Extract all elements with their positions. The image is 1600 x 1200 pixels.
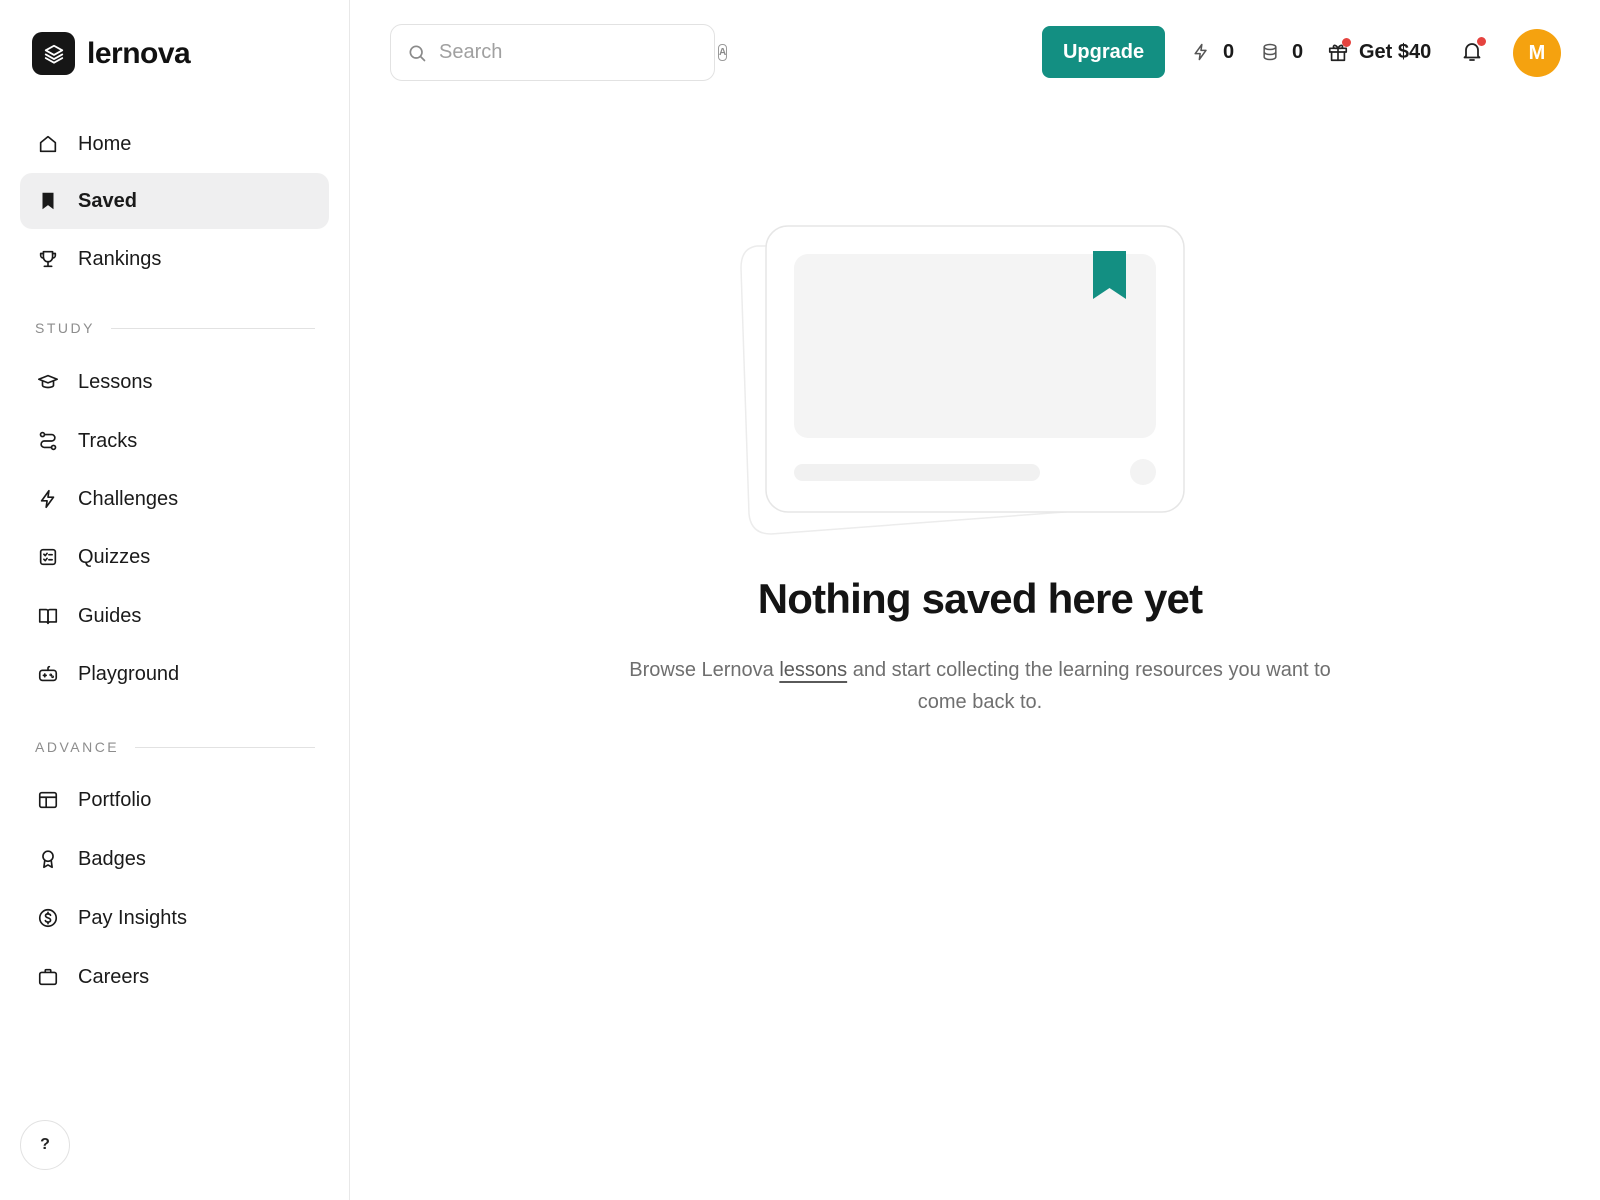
- notification-dot: [1477, 37, 1486, 46]
- sidebar-item-playground[interactable]: Playground: [20, 646, 329, 702]
- empty-state-title: Nothing saved here yet: [757, 575, 1203, 622]
- help-button[interactable]: ?: [20, 1120, 70, 1170]
- sidebar-item-label: Tracks: [78, 429, 138, 452]
- sidebar-item-challenges[interactable]: Challenges: [20, 471, 329, 527]
- sidebar-item-label: Rankings: [78, 247, 162, 270]
- lightning-icon: [36, 487, 60, 511]
- route-icon: [36, 429, 60, 453]
- sidebar-item-careers[interactable]: Careers: [20, 949, 329, 1005]
- sidebar-item-label: Lessons: [78, 370, 153, 393]
- coins-count: 0: [1292, 40, 1304, 63]
- section-divider: [135, 746, 315, 748]
- sidebar-item-label: Quizzes: [78, 545, 151, 568]
- sidebar-item-label: Badges: [78, 847, 146, 870]
- sidebar-item-home[interactable]: Home: [20, 116, 329, 172]
- award-icon: [36, 847, 60, 871]
- section-divider: [110, 327, 315, 329]
- referral-label: Get $40: [1359, 40, 1432, 63]
- sidebar-item-label: Saved: [78, 189, 137, 212]
- empty-state-description: Browse Lernova lessons and start collect…: [629, 659, 1331, 713]
- gift-icon: [1327, 38, 1351, 63]
- graduation-cap-icon: [36, 370, 60, 394]
- sidebar-item-lessons[interactable]: Lessons: [20, 354, 329, 410]
- sidebar-item-badges[interactable]: Badges: [20, 831, 329, 887]
- briefcase-icon: [36, 965, 60, 989]
- brand[interactable]: lernova: [32, 32, 191, 75]
- search-input[interactable]: [439, 41, 704, 64]
- notifications-button[interactable]: [1460, 37, 1488, 66]
- layout-icon: [36, 788, 60, 812]
- sidebar-item-tracks[interactable]: Tracks: [20, 413, 329, 469]
- lightning-icon: [1194, 43, 1207, 61]
- sidebar-item-portfolio[interactable]: Portfolio: [20, 772, 329, 828]
- trophy-icon: [36, 247, 60, 271]
- sidebar-item-label: Guides: [78, 604, 142, 627]
- sidebar: lernova Home Saved Rankings STUDY Lesson…: [0, 0, 350, 1200]
- dollar-circle-icon: [36, 906, 60, 930]
- sidebar-item-label: Home: [78, 132, 132, 155]
- sidebar-item-label: Careers: [78, 965, 150, 988]
- search-box[interactable]: A: [390, 24, 728, 81]
- home-icon: [36, 132, 60, 156]
- sidebar-item-pay-insights[interactable]: Pay Insights: [20, 890, 329, 946]
- search-icon: [409, 45, 426, 61]
- referral-link[interactable]: Get $40: [1327, 38, 1431, 66]
- checklist-icon: [36, 545, 60, 569]
- gamepad-icon: [36, 662, 60, 686]
- sidebar-item-label: Challenges: [78, 487, 179, 510]
- layers-logo-icon: [32, 32, 75, 75]
- sidebar-item-label: Pay Insights: [78, 906, 187, 929]
- section-label-study: STUDY: [35, 320, 315, 336]
- sidebar-item-saved[interactable]: Saved: [20, 173, 329, 229]
- bookmark-icon: [36, 189, 60, 213]
- keyboard-shortcut-icon: A: [718, 44, 728, 61]
- coins-stack-icon: [1263, 43, 1277, 61]
- energy-count: 0: [1223, 40, 1235, 63]
- sidebar-item-label: Portfolio: [78, 788, 152, 811]
- sidebar-item-label: Playground: [78, 662, 180, 685]
- brand-name: lernova: [87, 36, 191, 70]
- notification-dot: [1342, 38, 1351, 47]
- energy-counter[interactable]: 0: [1191, 38, 1234, 66]
- sidebar-item-guides[interactable]: Guides: [20, 588, 329, 644]
- upgrade-button[interactable]: Upgrade: [1042, 26, 1165, 78]
- lessons-link[interactable]: lessons: [779, 659, 847, 681]
- avatar[interactable]: M: [1513, 29, 1561, 77]
- book-open-icon: [36, 604, 60, 628]
- coins-counter[interactable]: 0: [1260, 38, 1303, 66]
- sidebar-item-rankings[interactable]: Rankings: [20, 231, 329, 287]
- sidebar-item-quizzes[interactable]: Quizzes: [20, 529, 329, 585]
- section-label-advance: ADVANCE: [35, 739, 315, 755]
- empty-state-illustration: [735, 222, 1195, 542]
